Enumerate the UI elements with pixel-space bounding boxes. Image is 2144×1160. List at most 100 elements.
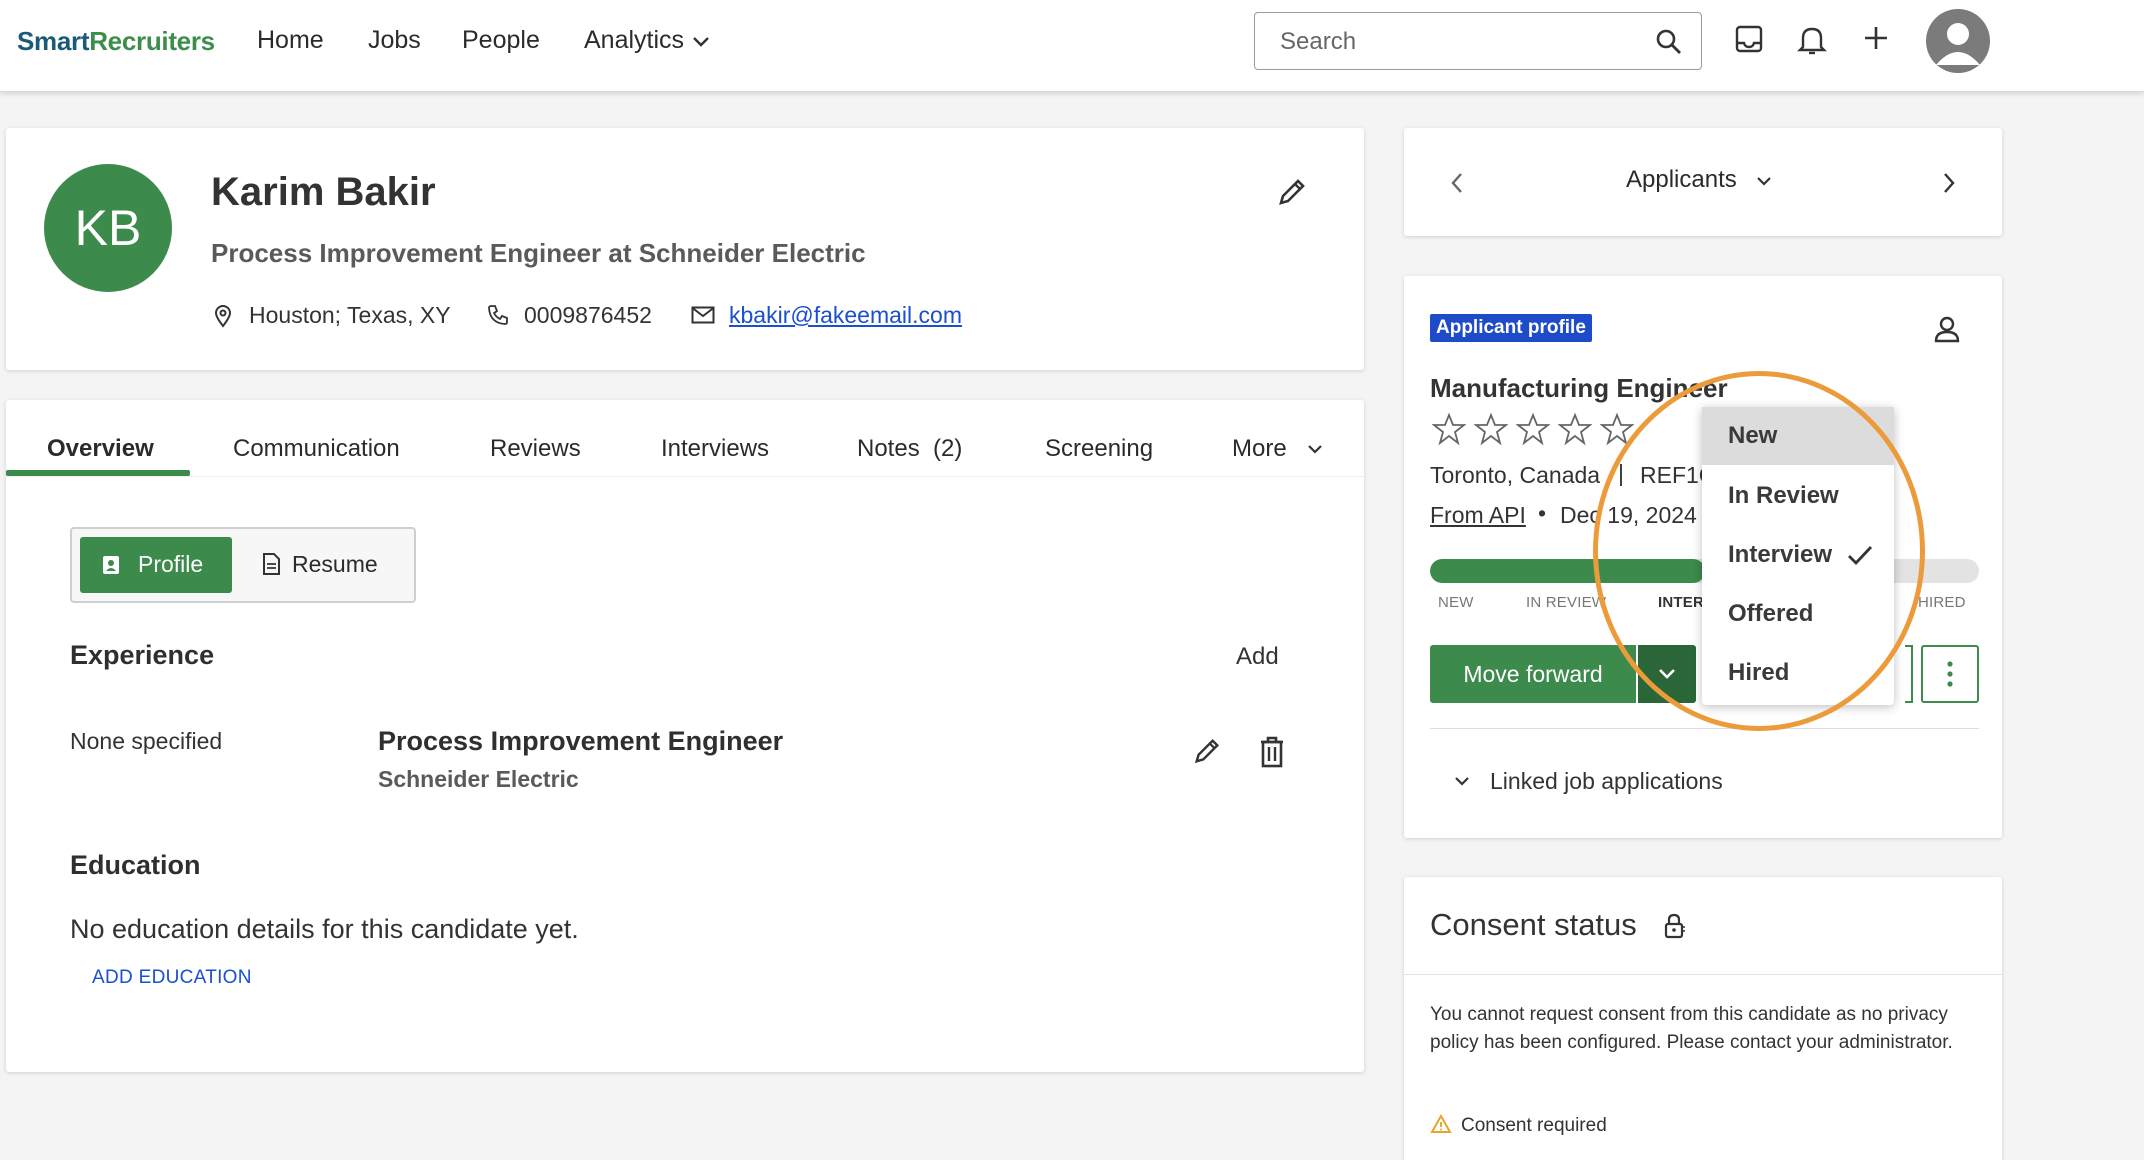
- chevron-down-icon[interactable]: [1756, 176, 1772, 187]
- phone-icon: [488, 305, 508, 325]
- candidate-name: Karim Bakir: [211, 170, 436, 214]
- tab-reviews[interactable]: Reviews: [490, 435, 581, 463]
- move-forward-split-toggle[interactable]: [1638, 645, 1696, 703]
- tab-interviews[interactable]: Interviews: [661, 435, 769, 463]
- profile-toggle-button[interactable]: Profile: [80, 537, 232, 593]
- nav-people[interactable]: People: [462, 26, 540, 55]
- edit-candidate-pencil-icon[interactable]: [1276, 176, 1308, 208]
- application-source-link[interactable]: From API: [1430, 502, 1526, 529]
- application-date: Dec 19, 2024: [1560, 502, 1697, 528]
- tab-screening[interactable]: Screening: [1045, 435, 1153, 463]
- consent-required-label: Consent required: [1461, 1115, 1607, 1136]
- stage-label: HIRED: [1918, 594, 1966, 611]
- status-option-new[interactable]: New: [1702, 407, 1894, 465]
- candidate-headline: Process Improvement Engineer at Schneide…: [211, 238, 866, 268]
- experience-title: Process Improvement Engineer: [378, 726, 784, 756]
- applicant-profile-badge: Applicant profile: [1430, 314, 1592, 342]
- move-forward-button[interactable]: Move forward: [1430, 645, 1636, 703]
- chevron-right-icon[interactable]: [1942, 172, 1956, 194]
- candidate-initials: KB: [74, 200, 142, 256]
- resume-toggle-label: Resume: [292, 551, 378, 577]
- stage-label: IN REVIEW: [1526, 594, 1607, 611]
- add-education-link[interactable]: ADD EDUCATION: [92, 967, 252, 989]
- profile-card-icon: [103, 556, 119, 574]
- pipeline-progress-fill: [1430, 559, 1705, 583]
- profile-toggle-label: Profile: [138, 551, 204, 577]
- applicants-navigator-card: Applicants: [1404, 128, 2002, 236]
- linked-job-applications-toggle[interactable]: Linked job applications: [1490, 768, 1723, 795]
- lock-icon: [1664, 913, 1685, 939]
- nav-jobs[interactable]: Jobs: [368, 26, 421, 55]
- experience-heading: Experience: [70, 640, 215, 670]
- user-avatar[interactable]: [1926, 9, 1990, 73]
- nav-analytics[interactable]: Analytics: [584, 26, 684, 55]
- candidate-header-card: KB Karim Bakir Process Improvement Engin…: [6, 128, 1364, 370]
- kebab-menu-icon: [1947, 661, 1953, 687]
- nav-home[interactable]: Home: [257, 26, 324, 55]
- tab-notes-count: (2): [933, 435, 963, 462]
- profile-resume-toggle: Profile Resume: [70, 527, 416, 603]
- candidate-email-link[interactable]: kbakir@fakeemail.com: [729, 302, 962, 329]
- consent-card: Consent status You cannot request consen…: [1404, 877, 2002, 1160]
- consent-divider: [1404, 974, 2002, 975]
- checkmark-icon: [1848, 546, 1873, 566]
- more-actions-button[interactable]: [1921, 645, 1979, 703]
- warning-icon: [1430, 1114, 1452, 1133]
- tab-notes[interactable]: Notes (2): [857, 435, 962, 463]
- consent-heading: Consent status: [1430, 907, 1637, 942]
- delete-trash-icon[interactable]: [1258, 736, 1286, 768]
- consent-message: You cannot request consent from this can…: [1430, 1004, 1953, 1053]
- user-avatar-icon: [1936, 23, 1980, 65]
- candidate-phone: 0009876452: [524, 302, 652, 328]
- education-empty-message: No education details for this candidate …: [70, 914, 579, 944]
- chevron-down-icon[interactable]: [1454, 776, 1470, 787]
- tab-overview[interactable]: Overview: [47, 435, 154, 463]
- hidden-button-edge: [1905, 645, 1913, 703]
- resume-toggle-button[interactable]: Resume: [248, 537, 408, 593]
- smartrecruiters-logo[interactable]: SmartRecruiters: [17, 26, 215, 57]
- education-heading: Education: [70, 850, 201, 880]
- search-input[interactable]: Search: [1254, 12, 1702, 70]
- inbox-icon[interactable]: [1734, 24, 1764, 54]
- search-icon[interactable]: [1655, 28, 1683, 56]
- bell-icon[interactable]: [1797, 24, 1827, 56]
- search-placeholder: Search: [1280, 28, 1357, 55]
- section-divider: [1430, 728, 1979, 729]
- tabs-divider: [6, 476, 1364, 477]
- star-icon[interactable]: [1558, 412, 1592, 446]
- status-option-in-review[interactable]: In Review: [1702, 467, 1894, 525]
- status-option-interview-label: Interview: [1728, 541, 1833, 568]
- star-icon[interactable]: [1600, 412, 1634, 446]
- job-location: Toronto, Canada: [1430, 462, 1601, 488]
- add-experience-button[interactable]: Add: [1236, 643, 1279, 671]
- logo-text-part2: Recruiters: [89, 26, 215, 56]
- star-icon[interactable]: [1474, 412, 1508, 446]
- top-navigation: SmartRecruiters Home Jobs People Analyti…: [0, 0, 2144, 92]
- chevron-down-icon[interactable]: [1307, 444, 1323, 455]
- tab-more[interactable]: More: [1232, 435, 1287, 463]
- edit-experience-pencil-icon[interactable]: [1192, 736, 1222, 766]
- status-dropdown-menu: New In Review Interview Offered Hired: [1702, 407, 1894, 705]
- status-option-hired[interactable]: Hired: [1702, 644, 1894, 702]
- star-icon[interactable]: [1516, 412, 1550, 446]
- location-pin-icon: [214, 305, 232, 328]
- star-icon[interactable]: [1432, 412, 1466, 446]
- chevron-left-icon[interactable]: [1450, 172, 1464, 194]
- experience-company: Schneider Electric: [378, 766, 579, 792]
- status-option-offered[interactable]: Offered: [1702, 585, 1894, 643]
- stage-label: NEW: [1438, 594, 1474, 611]
- candidate-main-card: Overview Communication Reviews Interview…: [6, 400, 1364, 1072]
- tab-communication[interactable]: Communication: [233, 435, 400, 463]
- candidate-avatar: KB: [44, 164, 172, 292]
- separator-dot: •: [1538, 500, 1547, 526]
- chevron-down-icon[interactable]: [692, 36, 710, 48]
- candidate-location: Houston; Texas, XY: [249, 302, 451, 328]
- tab-notes-label: Notes: [857, 435, 920, 462]
- document-icon: [263, 553, 280, 575]
- applicants-dropdown[interactable]: Applicants: [1626, 166, 1737, 194]
- plus-icon[interactable]: [1862, 24, 1890, 52]
- person-icon[interactable]: [1932, 314, 1962, 344]
- status-option-interview[interactable]: Interview: [1702, 526, 1894, 584]
- experience-dates: None specified: [70, 728, 223, 754]
- separator-pipe: |: [1618, 460, 1624, 486]
